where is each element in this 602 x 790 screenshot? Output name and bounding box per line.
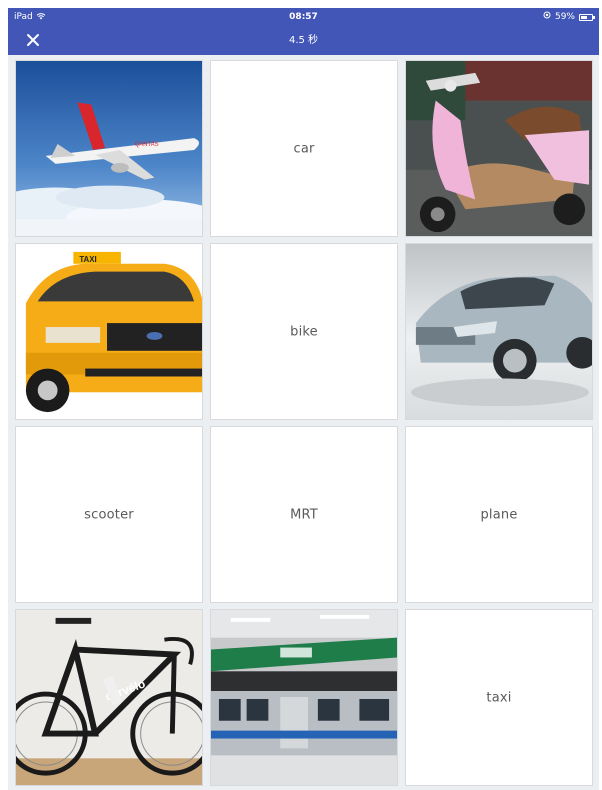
word-label: bike	[290, 324, 318, 339]
bike-photo: cervélo	[16, 610, 202, 785]
word-label: plane	[480, 507, 518, 522]
word-label: scooter	[84, 507, 134, 522]
header-row: 4.5 秒	[8, 26, 599, 55]
bike-image-card[interactable]: cervélo	[15, 609, 203, 786]
mrt-photo	[211, 610, 397, 785]
timer-text: 4.5 秒	[288, 35, 319, 46]
status-bar: iPad 08:57 59%	[8, 8, 599, 26]
scooter-image-card[interactable]	[405, 60, 593, 237]
word-card-taxi[interactable]: taxi	[405, 609, 593, 786]
word-label: taxi	[486, 690, 512, 705]
status-time: 08:57	[289, 12, 318, 22]
svg-text:TAXI: TAXI	[79, 255, 96, 264]
battery-percent: 59%	[554, 12, 575, 22]
status-right: 59%	[543, 8, 595, 26]
word-card-car[interactable]: car	[210, 60, 398, 237]
car-image-card[interactable]	[405, 243, 593, 420]
battery-icon	[579, 13, 595, 21]
car-photo	[406, 244, 592, 419]
top-bar: iPad 08:57 59% 4.5 秒	[8, 8, 599, 55]
word-card-plane[interactable]: plane	[405, 426, 593, 603]
word-card-mrt[interactable]: MRT	[210, 426, 398, 603]
plane-image-card[interactable]: QANTAS	[15, 60, 203, 237]
svg-text:QANTAS: QANTAS	[135, 142, 159, 148]
word-label: car	[293, 141, 315, 156]
word-card-bike[interactable]: bike	[210, 243, 398, 420]
scooter-photo	[406, 61, 592, 236]
taxi-image-card[interactable]: TAXI	[15, 243, 203, 420]
location-icon	[543, 8, 551, 26]
word-label: MRT	[290, 507, 318, 522]
card-grid: QANTAS car TAXI bike scooter MRT plane c…	[8, 55, 599, 790]
plane-photo: QANTAS	[16, 61, 202, 236]
taxi-photo: TAXI	[16, 244, 202, 419]
word-card-scooter[interactable]: scooter	[15, 426, 203, 603]
mrt-image-card[interactable]	[210, 609, 398, 786]
